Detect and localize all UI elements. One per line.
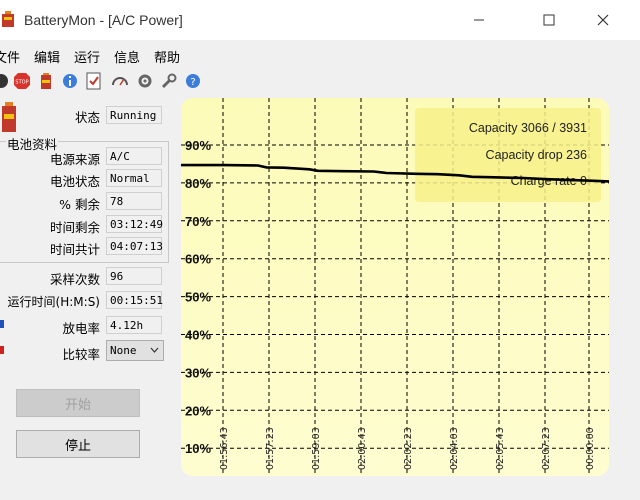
sample-count-value: 96 bbox=[106, 267, 162, 285]
y-tick-label: 20% bbox=[185, 403, 211, 418]
menu-edit[interactable]: 编辑 bbox=[34, 47, 60, 66]
info-capacity: Capacity 3066 / 3931 bbox=[469, 121, 587, 135]
gauge-icon[interactable] bbox=[111, 72, 129, 90]
battery-large-icon bbox=[2, 102, 16, 132]
percent-remaining-label: % 剩余 bbox=[59, 197, 100, 212]
svg-text:?: ? bbox=[190, 77, 195, 88]
battery-chart: Capacity 3066 / 3931 Capacity drop 236 C… bbox=[181, 98, 609, 476]
time-remaining-value: 03:12:49 bbox=[106, 215, 163, 233]
y-tick-label: 30% bbox=[185, 365, 211, 380]
y-tick-label: 60% bbox=[185, 252, 211, 267]
x-tick-label: 01:56:43 bbox=[219, 427, 230, 470]
title-bar: BatteryMon - [A/C Power] bbox=[0, 0, 640, 40]
discharge-rate-label: 放电率 bbox=[62, 321, 100, 336]
battery-info-group-title: 电池资料 bbox=[6, 134, 59, 153]
status-value: Running bbox=[106, 106, 162, 124]
compare-rate-selected: None bbox=[110, 344, 137, 357]
maximize-icon bbox=[543, 14, 555, 26]
wrench-icon[interactable] bbox=[160, 72, 178, 90]
time-remaining-label: 时间剩余 bbox=[49, 220, 100, 235]
y-tick-label: 50% bbox=[185, 290, 211, 305]
x-tick-label: 02:07:23 bbox=[541, 427, 552, 470]
compare-rate-select[interactable]: None bbox=[106, 340, 164, 361]
run-time-label: 运行时间(H:M:S) bbox=[7, 295, 100, 309]
start-button[interactable]: 开始 bbox=[16, 389, 140, 417]
x-tick-label: 02:04:03 bbox=[449, 427, 460, 470]
svg-text:STOP: STOP bbox=[15, 80, 28, 86]
app-battery-icon bbox=[2, 11, 14, 27]
battery-status-value: Normal bbox=[106, 169, 162, 187]
chevron-down-icon bbox=[150, 347, 159, 353]
help-icon[interactable]: ? bbox=[184, 72, 202, 90]
info-icon[interactable] bbox=[61, 72, 79, 90]
x-tick-label: 01:59:03 bbox=[311, 427, 322, 470]
status-label: 状态 bbox=[74, 110, 100, 125]
info-capacity-drop: Capacity drop 236 bbox=[486, 148, 588, 162]
discharge-rate-marker bbox=[0, 320, 4, 328]
y-tick-label: 90% bbox=[185, 138, 211, 153]
menu-info[interactable]: 信息 bbox=[114, 47, 140, 66]
record-icon[interactable] bbox=[0, 72, 10, 90]
x-tick-label: 02:05:43 bbox=[495, 427, 506, 470]
y-tick-labels: 90% 80% 70% 60% 50% 40% 30% 20% 10% bbox=[185, 138, 211, 456]
battery-status-label: 电池状态 bbox=[49, 174, 100, 189]
total-time-label: 时间共计 bbox=[49, 242, 100, 257]
close-button[interactable] bbox=[580, 0, 626, 40]
menu-file[interactable]: 文件 bbox=[0, 47, 20, 66]
menu-run[interactable]: 运行 bbox=[74, 47, 100, 66]
maximize-button[interactable] bbox=[526, 0, 572, 40]
menu-bar: 文件 编辑 运行 信息 帮助 bbox=[0, 44, 640, 66]
sample-count-label: 采样次数 bbox=[49, 272, 100, 287]
run-time-value: 00:15:51 bbox=[106, 291, 163, 309]
stop-icon[interactable]: STOP bbox=[13, 72, 31, 90]
discharge-rate-value: 4.12h bbox=[106, 316, 162, 334]
total-time-value: 04:07:13 bbox=[106, 237, 163, 255]
check-icon[interactable] bbox=[85, 72, 103, 90]
x-tick-label: 01:57:23 bbox=[265, 427, 276, 470]
stop-button[interactable]: 停止 bbox=[16, 430, 140, 458]
minimize-button[interactable] bbox=[456, 0, 502, 40]
percent-remaining-value: 78 bbox=[106, 192, 162, 210]
window-title: BatteryMon - [A/C Power] bbox=[24, 12, 183, 28]
minimize-icon bbox=[474, 19, 484, 21]
y-tick-label: 10% bbox=[185, 441, 211, 456]
battery-icon[interactable] bbox=[37, 72, 55, 90]
compare-rate-marker bbox=[0, 346, 4, 354]
y-tick-label: 80% bbox=[185, 176, 211, 191]
x-tick-label: 02:00:43 bbox=[357, 427, 368, 470]
toolbar: STOP ? bbox=[0, 66, 640, 96]
power-source-value: A/C bbox=[106, 147, 162, 165]
y-tick-label: 70% bbox=[185, 214, 211, 229]
x-tick-label: 00:00:00 bbox=[585, 427, 596, 470]
y-tick-label: 40% bbox=[185, 328, 211, 343]
settings-icon[interactable] bbox=[136, 72, 154, 90]
menu-help[interactable]: 帮助 bbox=[154, 47, 180, 66]
compare-rate-label: 比较率 bbox=[62, 347, 100, 362]
close-icon bbox=[597, 14, 609, 26]
x-tick-label: 02:02:23 bbox=[403, 427, 414, 470]
